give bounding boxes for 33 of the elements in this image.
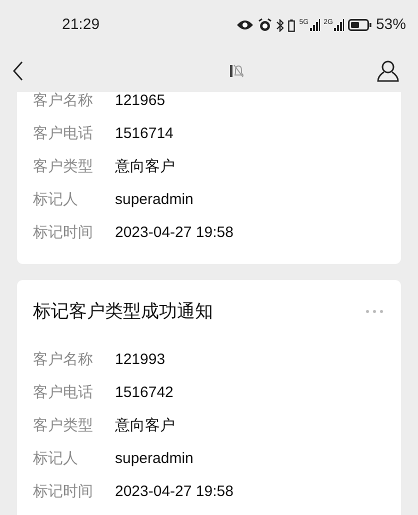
field-label: 客户名称 <box>33 92 94 112</box>
bluetooth-icon <box>276 18 284 32</box>
field-label: 客户名称 <box>33 350 94 370</box>
field-value: 121993 <box>115 350 166 370</box>
field-value: 意向客户 <box>115 416 175 436</box>
signal-icon <box>310 19 320 31</box>
field-label: 标记时间 <box>33 482 94 502</box>
field-value: superadmin <box>115 449 194 470</box>
field-label: 客户电话 <box>33 124 94 144</box>
field-value: 意向客户 <box>115 157 175 178</box>
field-label: 标记时间 <box>33 223 94 244</box>
field-label: 标记人 <box>33 449 79 470</box>
field-label: 客户电话 <box>33 383 94 404</box>
battery-icon <box>348 19 372 31</box>
field-value: 1516714 <box>115 124 174 144</box>
battery-small-icon <box>288 18 296 32</box>
profile-button[interactable] <box>376 58 402 84</box>
field-value: 2023-04-27 19:58 <box>115 482 234 502</box>
battery-percent: 53% <box>376 14 406 35</box>
field-value: 2023-04-27 19:58 <box>115 223 234 244</box>
eye-icon <box>236 19 254 31</box>
back-icon <box>12 60 24 82</box>
field-value: 121965 <box>115 92 166 112</box>
field-label: 客户类型 <box>33 157 94 178</box>
field-value: 1516742 <box>115 383 174 404</box>
field-label: 客户类型 <box>33 416 94 436</box>
alarm-icon <box>258 18 272 32</box>
signal-icon <box>334 19 344 31</box>
field-label: 标记人 <box>33 190 79 210</box>
field-value: superadmin <box>115 190 194 210</box>
mute-icon <box>230 64 244 78</box>
status-time: 21:29 <box>62 14 100 35</box>
card-title: 标记客户类型成功通知 <box>33 300 213 322</box>
